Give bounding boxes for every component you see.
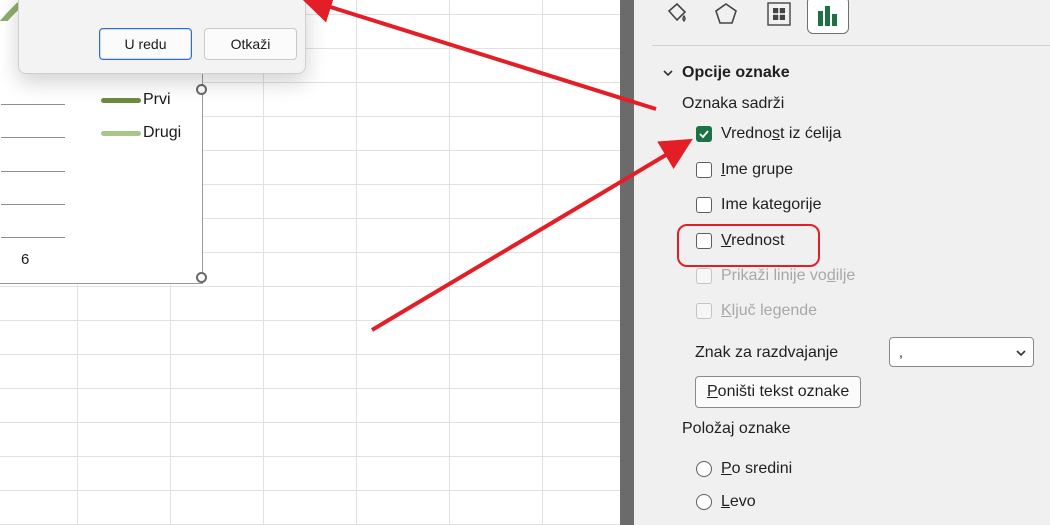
chart-gridline: [1, 137, 65, 138]
pane-splitter[interactable]: [620, 0, 634, 525]
checkbox-box[interactable]: [696, 197, 712, 213]
row-line: [0, 286, 620, 287]
value-from-cells-checkbox[interactable]: Vrednost iz ćelija: [696, 125, 841, 143]
position-left-radio[interactable]: Levo: [696, 493, 756, 511]
position-center-radio[interactable]: Po sredini: [696, 460, 792, 478]
ok-button[interactable]: U redu: [99, 28, 192, 60]
legend-label: Prvi: [143, 91, 171, 108]
legend-key-checkbox: Ključ legende: [696, 302, 817, 320]
checkbox-box: [696, 303, 712, 319]
size-properties-icon: [767, 2, 791, 26]
chevron-down-icon: [1016, 350, 1026, 357]
legend-label: Drugi: [143, 124, 182, 141]
cancel-button[interactable]: Otkaži: [204, 28, 297, 60]
dialog-box: U redu Otkaži: [18, 0, 306, 74]
legend-entry-first[interactable]: Prvi: [101, 91, 171, 109]
label-options-section-header[interactable]: Opcije oznake: [662, 64, 790, 82]
radio-label: Levo: [721, 493, 756, 510]
leader-lines-checkbox: Prikaži linije vodilje: [696, 267, 855, 285]
radio-circle[interactable]: [696, 494, 712, 510]
column-line: [542, 0, 543, 525]
separator-dropdown[interactable]: ,: [889, 337, 1034, 367]
category-name-checkbox[interactable]: Ime kategorije: [696, 196, 822, 214]
checkbox-label: Ime grupe: [721, 161, 794, 178]
legend-swatch: [101, 130, 141, 136]
row-line: [0, 490, 620, 491]
chart-gridline: [1, 104, 65, 105]
bar-chart-icon: [818, 6, 837, 26]
section-title: Opcije oznake: [682, 64, 790, 81]
column-line: [263, 0, 264, 525]
checkbox-label: Vrednost: [721, 232, 785, 249]
label-position-heading: Položaj oznake: [682, 420, 791, 437]
resize-handle[interactable]: [196, 84, 207, 95]
legend-entry-second[interactable]: Drugi: [101, 124, 181, 142]
checkbox-box[interactable]: [696, 126, 712, 142]
chart-gridline: [1, 171, 65, 172]
radio-circle[interactable]: [696, 461, 712, 477]
checkbox-label: Prikaži linije vodilje: [721, 267, 856, 284]
checkbox-label: Ključ legende: [721, 302, 818, 319]
separator-label: Znak za razdvajanje: [695, 344, 839, 361]
label-options-tab[interactable]: [807, 0, 849, 34]
row-line: [0, 422, 620, 423]
column-line: [356, 0, 357, 525]
row-line: [0, 456, 620, 457]
chevron-down-icon: [663, 70, 673, 77]
size-properties-tab[interactable]: [759, 0, 799, 32]
checkbox-label: Vrednost iz ćelija: [721, 125, 842, 142]
checkbox-label: Ime kategorije: [721, 196, 822, 213]
radio-label: Po sredini: [721, 460, 793, 477]
value-checkbox[interactable]: Vrednost: [696, 232, 784, 250]
pentagon-icon: [715, 3, 737, 24]
format-data-labels-pane: Opcije oznake Oznaka sadrži Vrednost iz …: [634, 0, 1050, 525]
resize-handle[interactable]: [196, 272, 207, 283]
chart-gridline: [1, 237, 65, 238]
checkbox-box[interactable]: [696, 162, 712, 178]
fill-line-tab[interactable]: [657, 0, 697, 32]
column-line: [449, 0, 450, 525]
row-line: [0, 354, 620, 355]
legend-swatch: [101, 97, 141, 103]
row-line: [0, 388, 620, 389]
worksheet-grid[interactable]: Prvi Drugi 6 U redu Otkaži: [0, 0, 620, 525]
series-name-checkbox[interactable]: Ime grupe: [696, 161, 793, 179]
label-contains-heading: Oznaka sadrži: [682, 95, 785, 112]
axis-tick-label: 6: [21, 251, 30, 268]
checkmark-icon: [699, 130, 709, 139]
row-line: [0, 320, 620, 321]
reset-label-text-button[interactable]: Poništi tekst oznake: [695, 376, 862, 408]
checkbox-box[interactable]: [696, 233, 712, 249]
separator-value: ,: [899, 344, 903, 360]
checkbox-box: [696, 268, 712, 284]
effects-tab[interactable]: [706, 0, 746, 32]
paint-bucket-icon: [667, 2, 687, 22]
tabs-divider: [652, 45, 1050, 46]
chart-gridline: [1, 204, 65, 205]
